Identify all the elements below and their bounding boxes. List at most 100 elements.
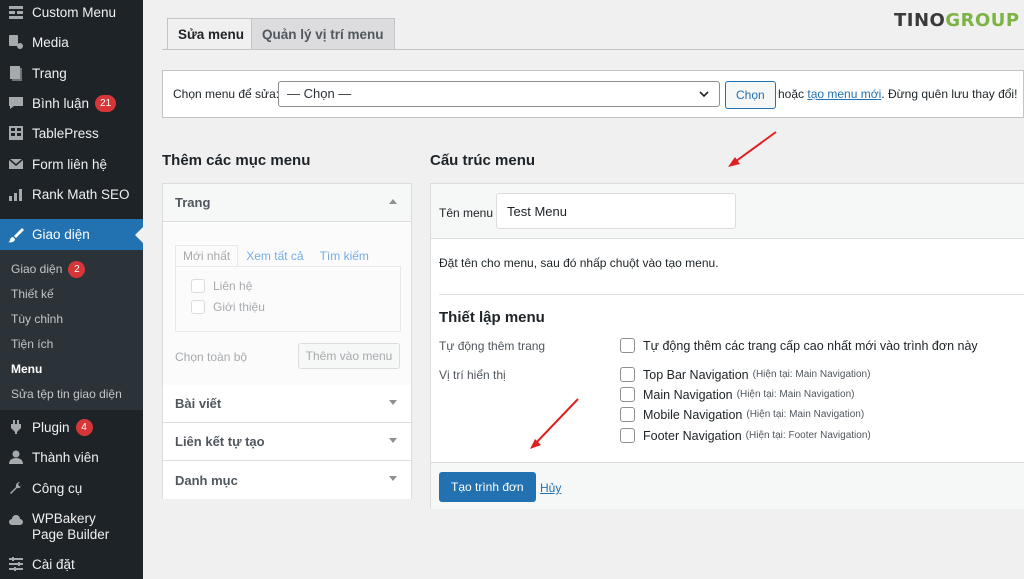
tab-most-recent[interactable]: Mới nhất [175, 245, 239, 267]
admin-sidebar: Custom Menu Media Trang Bình luận 21 Tab… [0, 0, 143, 579]
sidebar-item-label: Custom Menu [32, 4, 117, 20]
plugin-update-badge: 4 [75, 418, 93, 436]
accordion-custom-links[interactable]: Liên kết tự tạo [163, 423, 411, 461]
caret-down-icon [389, 476, 397, 481]
sidebar-item-tools[interactable]: Công cụ [0, 473, 143, 503]
grid-icon [7, 3, 25, 21]
chevron-down-icon [699, 91, 709, 98]
tab-search[interactable]: Tìm kiếm [312, 245, 377, 267]
auto-add-pages-option[interactable]: Tự động thêm các trang cấp cao nhất mới … [620, 338, 978, 353]
submenu-item-widgets[interactable]: Tiện ích [11, 334, 53, 354]
sidebar-item-label: Media [32, 34, 69, 50]
accordion-title: Bài viết [175, 396, 222, 411]
sidebar-item-tablepress[interactable]: TablePress [0, 118, 143, 148]
sidebar-item-pages[interactable]: Trang [0, 58, 143, 88]
location-footer[interactable]: Footer Navigation (Hiện tại: Footer Navi… [620, 428, 871, 443]
submenu-item-customize[interactable]: Tùy chỉnh [11, 309, 63, 329]
pages-list: Liên hệ Giới thiệu [175, 266, 401, 332]
sidebar-item-label: Trang [32, 65, 67, 81]
submenu-item-label: Giao diện [11, 262, 63, 276]
sidebar-item-plugins[interactable]: Plugin 4 [0, 412, 143, 442]
location-top-bar[interactable]: Top Bar Navigation (Hiện tại: Main Navig… [620, 367, 870, 382]
sidebar-item-label: Công cụ [32, 480, 83, 496]
comment-icon [7, 94, 25, 112]
submenu-item-menus[interactable]: Menu [11, 359, 42, 379]
location-main[interactable]: Main Navigation (Hiện tại: Main Navigati… [620, 387, 854, 402]
update-count-badge: 2 [68, 260, 86, 278]
sidebar-item-contact-form[interactable]: Form liên hệ [0, 149, 143, 179]
accordion-title: Trang [175, 195, 211, 210]
checkbox[interactable] [191, 279, 205, 293]
menu-structure-title: Cấu trúc menu [430, 152, 536, 169]
sidebar-item-label: WPBakery Page Builder [32, 511, 110, 542]
select-all-label[interactable]: Chọn toàn bộ [175, 350, 247, 364]
create-new-menu-link[interactable]: tạo menu mới [807, 87, 881, 101]
page-icon [7, 64, 25, 82]
page-option-about[interactable]: Giới thiệu [191, 300, 265, 314]
submenu-item-theme-file-editor[interactable]: Sửa tệp tin giao diện [11, 384, 122, 404]
comment-count-badge: 21 [95, 94, 117, 112]
annotation-arrow-icon [530, 398, 579, 449]
pages-tabs: Mới nhất Xem tất cả Tìm kiếm [175, 245, 377, 267]
sidebar-item-appearance[interactable]: Giao diện [0, 219, 143, 250]
add-items-accordion: Trang Mới nhất Xem tất cả Tìm kiếm Liên … [162, 183, 412, 499]
submenu-item-themes[interactable]: Giao diện 2 [11, 259, 86, 279]
add-to-menu-button[interactable]: Thêm vào menu [298, 343, 400, 369]
menu-footer: Tạo trình đơn Hủy [431, 462, 1024, 509]
cancel-link[interactable]: Hủy [540, 481, 561, 495]
sidebar-item-label: Form liên hệ [32, 156, 108, 172]
settings-icon [7, 555, 25, 573]
sidebar-item-label: Cài đặt [32, 556, 75, 572]
checkbox[interactable] [620, 428, 635, 443]
sidebar-item-media[interactable]: Media [0, 27, 143, 57]
media-icon [7, 33, 25, 51]
user-icon [7, 448, 25, 466]
cloud-icon [7, 511, 25, 529]
sidebar-item-label: Giao diện [32, 227, 90, 242]
accordion-categories[interactable]: Danh mục [163, 461, 411, 499]
location-mobile[interactable]: Mobile Navigation (Hiện tại: Main Naviga… [620, 407, 864, 422]
sidebar-item-comments[interactable]: Bình luận 21 [0, 88, 143, 118]
tab-manage-locations[interactable]: Quản lý vị trí menu [251, 18, 395, 50]
menu-select-dropdown[interactable]: — Chọn — [278, 81, 720, 107]
checkbox[interactable] [191, 300, 205, 314]
annotation-arrow-icon [728, 131, 777, 167]
checkbox[interactable] [620, 367, 635, 382]
brush-icon [7, 226, 25, 244]
mail-icon [7, 155, 25, 173]
accordion-title: Danh mục [175, 472, 238, 488]
select-menu-label: Chọn menu để sửa: [173, 87, 280, 101]
sidebar-item-custom-menu[interactable]: Custom Menu [0, 0, 143, 27]
menu-name-input[interactable]: Test Menu [496, 193, 736, 229]
checkbox[interactable] [620, 338, 635, 353]
menu-name-hint: Đặt tên cho menu, sau đó nhấp chuột vào … [439, 256, 719, 270]
wrench-icon [7, 479, 25, 497]
sidebar-item-users[interactable]: Thành viên [0, 442, 143, 472]
appearance-submenu: Giao diện 2 Thiết kế Tùy chỉnh Tiện ích … [0, 250, 143, 410]
table-icon [7, 124, 25, 142]
create-menu-button[interactable]: Tạo trình đơn [439, 472, 536, 502]
menu-structure-panel: Tên menu Test Menu Đặt tên cho menu, sau… [430, 183, 1024, 509]
accordion-posts[interactable]: Bài viết [163, 385, 411, 423]
checkbox[interactable] [620, 387, 635, 402]
tab-edit-menus[interactable]: Sửa menu [167, 18, 256, 50]
select-button[interactable]: Chọn [725, 81, 776, 109]
accordion-title: Liên kết tự tạo [175, 434, 265, 449]
accordion-pages[interactable]: Trang [163, 184, 411, 222]
sidebar-item-label: Thành viên [32, 449, 99, 465]
checkbox[interactable] [620, 407, 635, 422]
sidebar-item-label: Rank Math SEO [32, 186, 130, 202]
tab-view-all[interactable]: Xem tất cả [238, 245, 311, 267]
sidebar-item-wpbakery[interactable]: WPBakery Page Builder [0, 503, 143, 547]
menu-name-row: Tên menu Test Menu [431, 184, 1024, 239]
submenu-item-editor[interactable]: Thiết kế [11, 284, 54, 304]
page-option-contact[interactable]: Liên hệ [191, 279, 252, 293]
sidebar-item-label: Plugin [32, 419, 70, 435]
auto-add-label: Tự động thêm trang [439, 339, 546, 353]
sidebar-item-rank-math[interactable]: Rank Math SEO [0, 179, 143, 209]
chart-icon [7, 185, 25, 203]
sidebar-item-settings[interactable]: Cài đặt [0, 549, 143, 579]
menu-settings-title: Thiết lập menu [439, 309, 545, 326]
sidebar-item-label: Bình luận [32, 95, 90, 111]
caret-up-icon [389, 199, 397, 204]
